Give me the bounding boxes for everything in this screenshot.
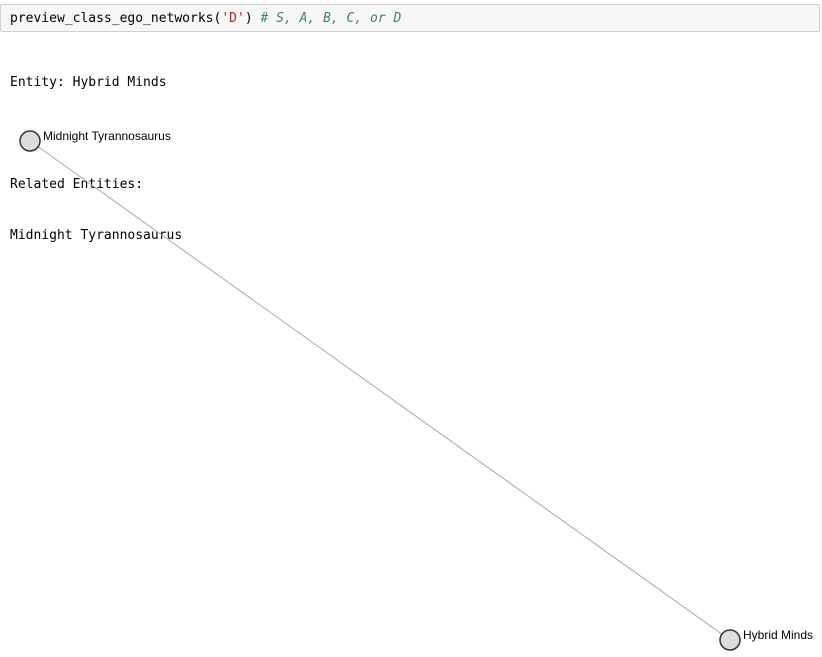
network-edge xyxy=(29,140,731,641)
node-midnight-tyrannosaurus[interactable] xyxy=(19,130,41,152)
ego-network-graph: Midnight Tyrannosaurus Hybrid Minds xyxy=(19,129,813,651)
node-label-hybrid-minds: Hybrid Minds xyxy=(743,628,813,642)
node-hybrid-minds[interactable] xyxy=(719,629,741,651)
node-label-midnight-tyrannosaurus: Midnight Tyrannosaurus xyxy=(43,129,171,143)
